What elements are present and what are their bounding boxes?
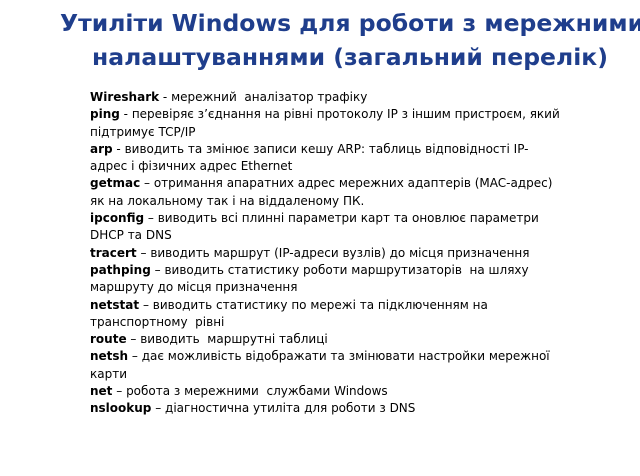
utility-item-pathping: pathping – виводить статистику роботи ма… <box>90 262 620 297</box>
utility-item-arp: arp - виводить та змінює записи кешу ARP… <box>90 141 620 176</box>
utility-list: Wireshark - мережний аналізатор трафіку p… <box>90 89 620 418</box>
utility-name: ipconfig <box>90 211 145 226</box>
utility-description-line: адрес і фізичних адрес Ethernet <box>90 159 293 174</box>
utility-name: Wireshark <box>90 90 160 104</box>
utility-name: tracert <box>90 245 137 260</box>
utility-description-line: карти <box>90 366 128 381</box>
utility-item-netstat: netstat – виводить статистику по мережі … <box>90 297 620 332</box>
utility-item-getmac: getmac – отримання апаратних адрес мереж… <box>90 175 620 210</box>
utility-description-line: підтримує TCP/IP <box>90 124 196 139</box>
title-line-2: налаштуваннями (загальний перелік) <box>92 43 608 71</box>
utility-description-line: маршруту до місця призначення <box>90 280 298 295</box>
utility-description-line: виводить статистику роботи маршрутизатор… <box>164 262 529 277</box>
utility-item-netsh: netsh – дає можливість відображати та зм… <box>90 348 620 383</box>
utility-name: route <box>90 332 127 347</box>
utility-description-line: виводить маршрутні таблиці <box>140 332 328 347</box>
utility-description-line: діагностична утиліта для роботи з DNS <box>165 401 416 416</box>
utility-name: netstat <box>90 297 140 312</box>
utility-description-line: виводить та змінює записи кешу ARP: табл… <box>124 141 529 156</box>
utility-description-line: виводить статистику по мережі та підключ… <box>152 297 488 312</box>
utility-separator: - <box>112 141 125 156</box>
utility-separator: – <box>112 384 127 399</box>
utility-description-line: виводить всі плинні параметри карт та он… <box>157 211 539 226</box>
utility-description-line: отримання апаратних адрес мережних адапт… <box>153 176 553 191</box>
utility-description-line: транспортному рівні <box>90 314 225 329</box>
utility-description-line: мережний аналізатор трафіку <box>171 90 368 104</box>
slide-title: Утиліти Windows для роботи з мережними н… <box>60 6 640 74</box>
utility-separator: – <box>126 332 141 347</box>
utility-name: getmac <box>90 176 141 191</box>
utility-description-line: дає можливість відображати та змінювати … <box>141 349 550 364</box>
utility-description-line: перевіряє з’єднання на рівні протоколу I… <box>131 107 560 122</box>
utility-description-line: DHCP та DNS <box>90 228 172 243</box>
utility-item-wireshark: Wireshark - мережний аналізатор трафіку <box>90 89 620 106</box>
utility-separator: – <box>136 245 151 260</box>
utility-item-net: net – робота з мережними службами Window… <box>90 383 620 400</box>
utility-description-line: виводить маршрут (IP-адреси вузлів) до м… <box>150 245 530 260</box>
utility-description-line: як на локальному так і на віддаленому ПК… <box>90 193 365 208</box>
utility-name: pathping <box>90 262 151 277</box>
utility-separator: – <box>139 297 153 312</box>
utility-separator: – <box>128 349 142 364</box>
utility-name: nslookup <box>90 401 152 416</box>
utility-name: arp <box>90 141 113 156</box>
utility-item-ipconfig: ipconfig – виводить всі плинні параметри… <box>90 210 620 245</box>
utility-item-nslookup: nslookup – діагностична утиліта для робо… <box>90 400 620 417</box>
utility-item-tracert: tracert – виводить маршрут (IP-адреси ву… <box>90 245 620 262</box>
utility-separator: - <box>119 107 132 122</box>
utility-item-ping: ping - перевіряє з’єднання на рівні прот… <box>90 106 620 141</box>
title-line-1: Утиліти Windows для роботи з мережними <box>60 9 640 37</box>
utility-name: ping <box>90 107 120 122</box>
utility-name: netsh <box>90 349 129 364</box>
utility-separator: – <box>140 176 154 191</box>
utility-separator: – <box>151 401 166 416</box>
utility-separator: - <box>159 90 172 104</box>
utility-item-route: route – виводить маршрутні таблиці <box>90 331 620 348</box>
utility-description-line: робота з мережними службами Windows <box>126 384 388 399</box>
utility-separator: – <box>150 262 165 277</box>
utility-separator: – <box>144 211 158 226</box>
utility-name: net <box>90 384 113 399</box>
